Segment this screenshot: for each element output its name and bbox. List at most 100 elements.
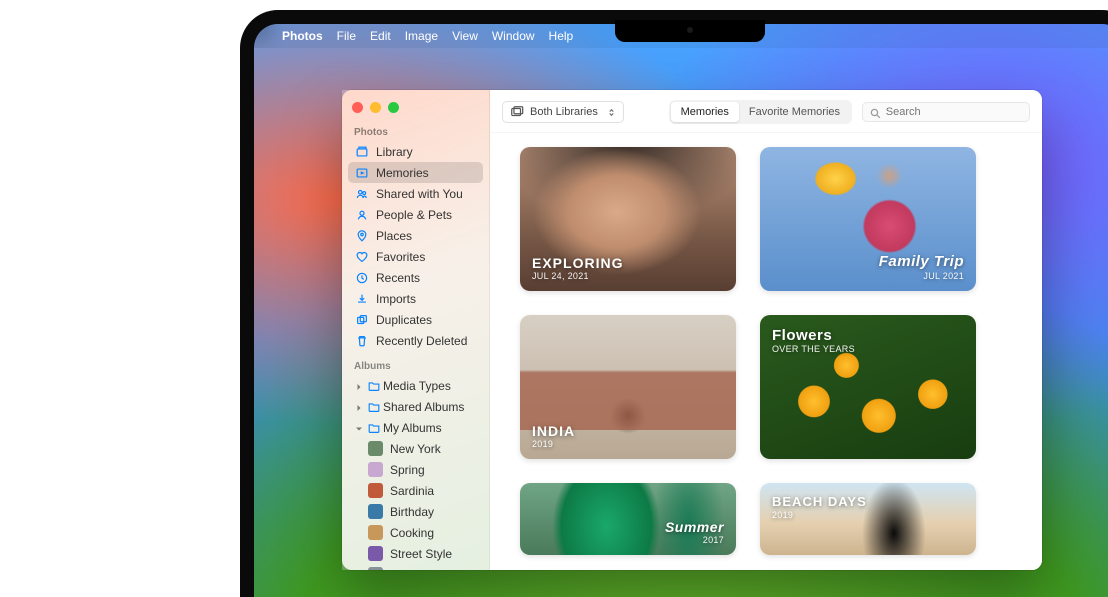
- chevron-updown-icon: [607, 108, 616, 117]
- sidebar-item-label: Places: [376, 229, 412, 243]
- sidebar-item-duplicates[interactable]: Duplicates: [348, 309, 483, 330]
- sidebar-item-label: Memories: [376, 166, 429, 180]
- album-thumbnail: [368, 441, 383, 456]
- sidebar: Photos Library Memories Shared with YouPeo…: [342, 90, 490, 570]
- library-selector-icon: [510, 105, 524, 119]
- sidebar-item-label: Recently Deleted: [376, 334, 467, 348]
- album-thumbnail: [368, 525, 383, 540]
- sidebar-item-label: Media Types: [383, 379, 451, 393]
- sidebar-item-shared-with-you[interactable]: Shared with You: [348, 183, 483, 204]
- clock-icon: [354, 270, 369, 285]
- album-street-style[interactable]: Street Style: [348, 543, 483, 564]
- sidebar-item-people-pets[interactable]: People & Pets: [348, 204, 483, 225]
- segment-memories[interactable]: Memories: [671, 102, 739, 122]
- memory-subtitle: OVER THE YEARS: [772, 344, 855, 354]
- sidebar-section-albums: Albums: [348, 357, 483, 375]
- close-window-button[interactable]: [352, 102, 363, 113]
- sidebar-section-photos: Photos: [348, 123, 483, 141]
- sidebar-item-label: Library: [376, 145, 413, 159]
- memory-card-india[interactable]: INDIA2019: [520, 315, 736, 459]
- folder-icon: [366, 420, 381, 435]
- memory-title: BEACH DAYS: [772, 495, 867, 510]
- memories-grid: EXPLORINGJUL 24, 2021 Family TripJUL 2021…: [490, 133, 1042, 570]
- sidebar-item-label: Spring: [390, 463, 425, 477]
- people-icon: [354, 207, 369, 222]
- search-field[interactable]: [862, 102, 1030, 122]
- sidebar-item-label: Birthday: [390, 505, 434, 519]
- memory-subtitle: 2019: [532, 439, 575, 449]
- memory-card-family-trip[interactable]: Family TripJUL 2021: [760, 147, 976, 291]
- zoom-window-button[interactable]: [388, 102, 399, 113]
- memory-title: EXPLORING: [532, 255, 623, 271]
- sidebar-item-memories[interactable]: Memories: [348, 162, 483, 183]
- album-birthday[interactable]: Birthday: [348, 501, 483, 522]
- memory-card-caption: BEACH DAYS2019: [772, 495, 867, 520]
- memory-subtitle: 2019: [772, 510, 867, 520]
- sidebar-item-label: Shared Albums: [383, 400, 464, 414]
- album-architecture[interactable]: Architecture: [348, 564, 483, 570]
- album-new-york[interactable]: New York: [348, 438, 483, 459]
- sidebar-item-label: Favorites: [376, 250, 425, 264]
- memory-card-beach-days[interactable]: BEACH DAYS2019: [760, 483, 976, 555]
- memory-card-flowers[interactable]: FlowersOVER THE YEARS: [760, 315, 976, 459]
- library-icon: [354, 144, 369, 159]
- sidebar-item-label: Architecture: [390, 568, 454, 571]
- menubar-item-help[interactable]: Help: [549, 29, 574, 43]
- minimize-window-button[interactable]: [370, 102, 381, 113]
- menubar-item-edit[interactable]: Edit: [370, 29, 391, 43]
- album-thumbnail: [368, 546, 383, 561]
- menubar-app-name[interactable]: Photos: [282, 29, 323, 43]
- memory-title: Flowers: [772, 327, 855, 344]
- chevron-right-icon: [354, 402, 364, 412]
- sidebar-item-label: Cooking: [390, 526, 434, 540]
- menubar-item-window[interactable]: Window: [492, 29, 535, 43]
- memory-card-caption: INDIA2019: [532, 423, 575, 449]
- album-thumbnail: [368, 462, 383, 477]
- memory-card-exploring[interactable]: EXPLORINGJUL 24, 2021: [520, 147, 736, 291]
- segment-favorite-memories[interactable]: Favorite Memories: [739, 102, 850, 122]
- memory-subtitle: 2017: [665, 535, 724, 545]
- memory-card-summer[interactable]: Summer2017: [520, 483, 736, 555]
- sidebar-item-label: Imports: [376, 292, 416, 306]
- sidebar-group-shared-albums[interactable]: Shared Albums: [348, 396, 483, 417]
- folder-icon: [366, 399, 381, 414]
- places-icon: [354, 228, 369, 243]
- menubar-item-view[interactable]: View: [452, 29, 478, 43]
- sidebar-item-recents[interactable]: Recents: [348, 267, 483, 288]
- sidebar-item-label: New York: [390, 442, 441, 456]
- sidebar-item-library[interactable]: Library: [348, 141, 483, 162]
- album-thumbnail: [368, 504, 383, 519]
- sidebar-item-label: Sardinia: [390, 484, 434, 498]
- library-selector[interactable]: Both Libraries: [502, 101, 624, 123]
- stage: Photos File Edit Image View Window Help: [0, 0, 1108, 597]
- sidebar-group-my-albums[interactable]: My Albums: [348, 417, 483, 438]
- menubar-item-file[interactable]: File: [337, 29, 356, 43]
- memory-title: Family Trip: [879, 253, 964, 270]
- heart-icon: [354, 249, 369, 264]
- sidebar-item-places[interactable]: Places: [348, 225, 483, 246]
- album-sardinia[interactable]: Sardinia: [348, 480, 483, 501]
- album-cooking[interactable]: Cooking: [348, 522, 483, 543]
- sidebar-item-label: Recents: [376, 271, 420, 285]
- sidebar-item-favorites[interactable]: Favorites: [348, 246, 483, 267]
- memory-title: Summer: [665, 519, 724, 535]
- album-spring[interactable]: Spring: [348, 459, 483, 480]
- desktop-wallpaper: Photos File Edit Image View Window Help: [254, 24, 1108, 597]
- photos-window: Photos Library Memories Shared with YouPeo…: [342, 90, 1042, 570]
- sidebar-item-recently-deleted[interactable]: Recently Deleted: [348, 330, 483, 351]
- album-thumbnail: [368, 483, 383, 498]
- laptop-frame: Photos File Edit Image View Window Help: [240, 10, 1108, 597]
- memory-card-caption: Summer2017: [665, 519, 724, 545]
- sidebar-item-imports[interactable]: Imports: [348, 288, 483, 309]
- sidebar-item-label: My Albums: [383, 421, 442, 435]
- sidebar-group-media-types[interactable]: Media Types: [348, 375, 483, 396]
- download-icon: [354, 291, 369, 306]
- memory-card-caption: FlowersOVER THE YEARS: [772, 327, 855, 355]
- memory-card-caption: EXPLORINGJUL 24, 2021: [532, 255, 623, 281]
- trash-icon: [354, 333, 369, 348]
- memory-title: INDIA: [532, 423, 575, 439]
- menubar-item-image[interactable]: Image: [405, 29, 438, 43]
- folder-icon: [366, 378, 381, 393]
- search-input[interactable]: [886, 106, 1022, 118]
- memory-subtitle: JUL 24, 2021: [532, 271, 623, 281]
